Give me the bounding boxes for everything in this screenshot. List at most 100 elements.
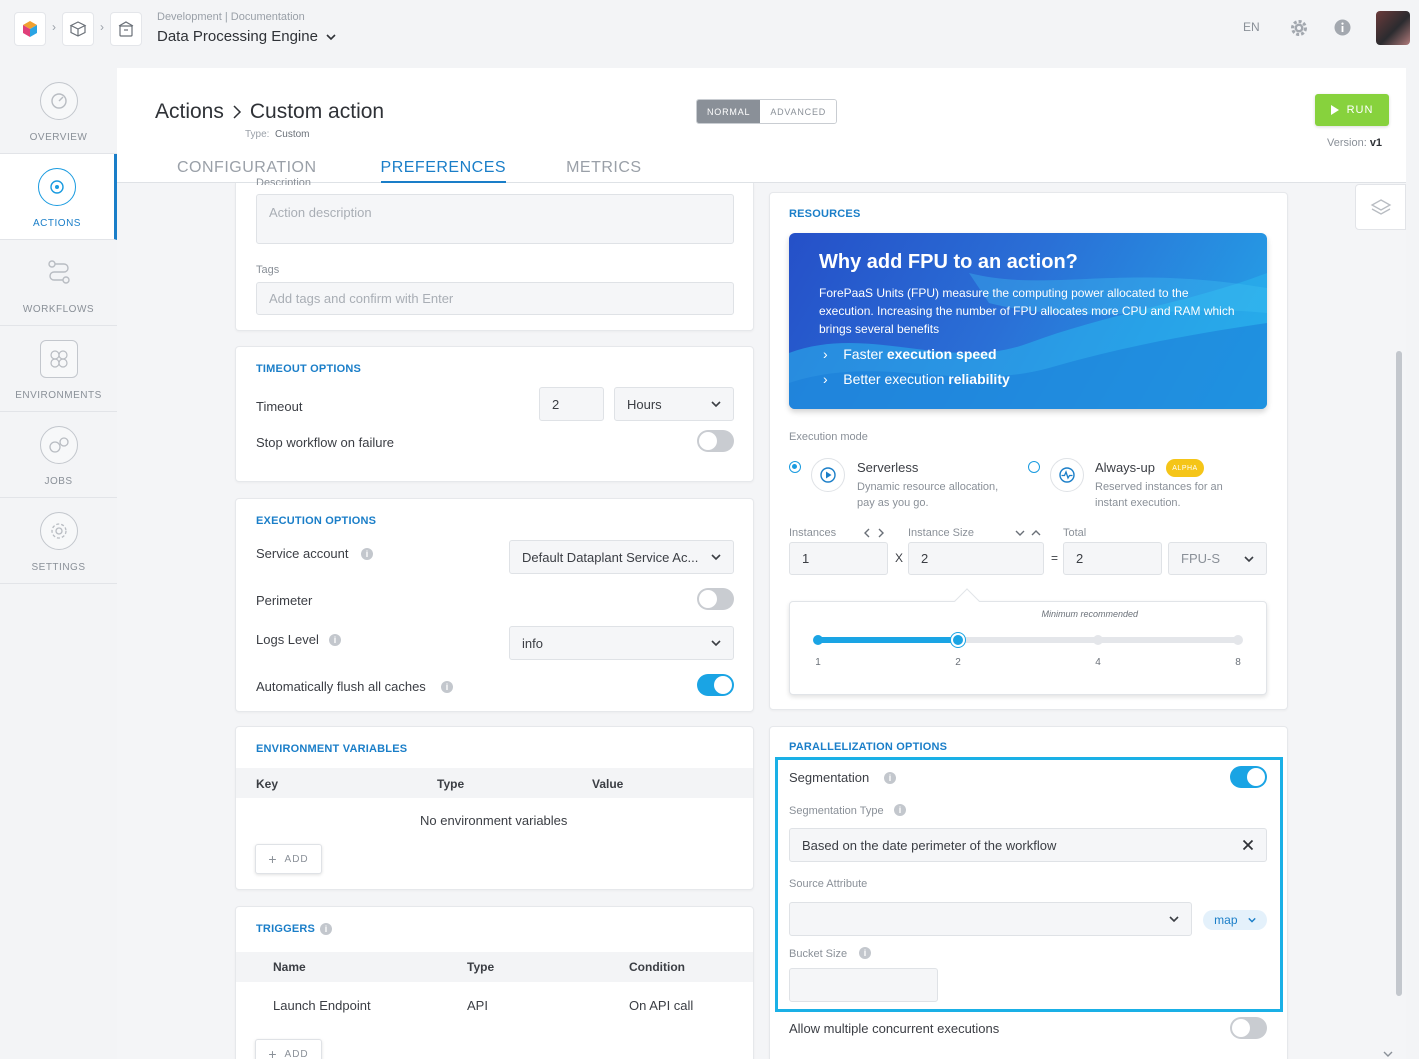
info-icon[interactable]: i [894, 804, 906, 816]
column-header: Key [256, 777, 279, 791]
info-icon[interactable]: i [884, 772, 896, 784]
fpu-unit-select[interactable]: FPU-S [1168, 542, 1267, 575]
nav-item-environments[interactable]: ENVIRONMENTS [0, 326, 117, 412]
scrollbar-thumb[interactable] [1396, 351, 1402, 996]
slider-stop[interactable] [1093, 635, 1103, 645]
logs-level-select[interactable]: info [509, 626, 734, 660]
timeout-label: Timeout [256, 399, 303, 414]
bucket-size-input[interactable] [789, 968, 938, 1002]
close-icon[interactable] [1242, 839, 1254, 851]
perimeter-label: Perimeter [256, 593, 313, 608]
collapse-arrows-icon[interactable] [864, 528, 884, 538]
logs-level-label: Logs Level [256, 632, 319, 647]
tab-metrics[interactable]: METRICS [566, 159, 642, 183]
info-icon[interactable]: i [320, 923, 332, 935]
info-icon[interactable]: i [361, 548, 373, 560]
project-cube-icon[interactable] [62, 12, 94, 46]
card-title: ENVIRONMENT VARIABLES [256, 743, 408, 755]
add-env-var-button[interactable]: + ADD [255, 844, 322, 874]
app-title: Data Processing Engine [157, 28, 318, 45]
timeout-value-input[interactable]: 2 [539, 387, 604, 421]
serverless-radio[interactable] [789, 461, 801, 473]
workflow-icon [40, 254, 78, 292]
banner-bullet: › Faster execution speed [823, 346, 997, 362]
layers-panel-toggle[interactable] [1355, 184, 1406, 230]
instances-input[interactable]: 1 [789, 542, 888, 575]
serverless-icon [811, 458, 845, 492]
chevron-down-icon [1248, 917, 1256, 923]
run-button[interactable]: RUN [1315, 94, 1389, 126]
always-up-icon [1050, 458, 1084, 492]
nav-item-jobs[interactable]: JOBS [0, 412, 117, 498]
dpe-box-icon[interactable] [110, 12, 142, 46]
concurrent-executions-toggle[interactable] [1230, 1017, 1267, 1039]
map-type-select[interactable]: map [1203, 910, 1267, 930]
nav-item-workflows[interactable]: WORKFLOWS [0, 240, 117, 326]
banner-text: ForePaaS Units (FPU) measure the computi… [819, 286, 1235, 336]
nav-label: ACTIONS [33, 218, 81, 229]
nav-label: SETTINGS [31, 562, 86, 573]
info-icon[interactable]: i [859, 947, 871, 959]
top-bar: › › Development | Documentation Data Pro… [0, 0, 1419, 60]
mode-advanced-button[interactable]: ADVANCED [760, 100, 837, 123]
mode-switch[interactable]: NORMAL ADVANCED [696, 99, 838, 124]
dashboard-gauge-icon [39, 82, 78, 120]
description-input[interactable]: Action description [256, 194, 734, 244]
title-parent-link[interactable]: Actions [155, 100, 224, 124]
timeout-unit-value: Hours [627, 396, 662, 412]
card-title: EXECUTION OPTIONS [256, 515, 377, 527]
slider-stop[interactable] [1233, 635, 1243, 645]
nav-label: WORKFLOWS [22, 304, 95, 315]
gear-icon[interactable] [1289, 18, 1309, 38]
nav-item-actions[interactable]: ACTIONS [0, 154, 117, 240]
tags-input[interactable]: Add tags and confirm with Enter [256, 282, 734, 315]
service-account-select[interactable]: Default Dataplant Service Ac... [509, 540, 734, 574]
add-trigger-button[interactable]: + ADD [255, 1039, 322, 1059]
segmentation-type-select[interactable]: Based on the date perimeter of the workf… [789, 828, 1267, 862]
info-icon[interactable] [1334, 19, 1351, 36]
nav-label: OVERVIEW [29, 132, 88, 143]
stop-on-failure-label: Stop workflow on failure [256, 435, 395, 450]
slider-stop[interactable] [813, 635, 823, 645]
language-selector[interactable]: EN [1243, 20, 1260, 34]
expand-arrows-icon[interactable] [1014, 528, 1042, 538]
type-line: Type: Custom [245, 129, 310, 140]
timeout-unit-select[interactable]: Hours [614, 387, 734, 421]
mode-normal-button[interactable]: NORMAL [697, 100, 761, 123]
general-card: Description Action description Tags Add … [235, 177, 754, 331]
app-title-dropdown[interactable]: Data Processing Engine [157, 28, 336, 45]
plus-icon: + [268, 1046, 278, 1059]
layers-icon [1370, 199, 1391, 215]
perimeter-toggle[interactable] [697, 588, 734, 610]
tab-preferences[interactable]: PREFERENCES [380, 159, 507, 183]
flush-caches-label: Automatically flush all caches [256, 679, 426, 694]
avatar[interactable] [1376, 11, 1410, 45]
tabs: CONFIGURATION PREFERENCES METRICS [177, 159, 642, 183]
banner-title: Why add FPU to an action? [819, 251, 1078, 273]
source-attribute-select[interactable] [789, 902, 1192, 936]
execution-card: EXECUTION OPTIONS Service account i Defa… [235, 498, 754, 712]
slider-handle[interactable] [951, 633, 965, 647]
page-header: Actions Custom action Type: Custom NORMA… [117, 68, 1406, 183]
chevron-right-icon: › [823, 346, 828, 362]
plus-icon: + [268, 851, 278, 867]
nav-item-settings[interactable]: SETTINGS [0, 498, 117, 584]
map-type-value: map [1214, 913, 1238, 927]
slider-tick-label: 1 [815, 657, 821, 668]
chevron-right-icon: › [823, 371, 828, 387]
trigger-condition: On API call [629, 998, 694, 1013]
flush-caches-toggle[interactable] [697, 674, 734, 696]
scroll-down-icon[interactable] [1383, 1051, 1393, 1059]
instance-size-input[interactable]: 2 [908, 542, 1044, 575]
always-up-radio[interactable] [1028, 461, 1040, 473]
segmentation-toggle[interactable] [1230, 766, 1267, 788]
info-icon[interactable]: i [441, 681, 453, 693]
instances-label: Instances [789, 527, 837, 539]
info-icon[interactable]: i [329, 634, 341, 646]
service-account-value: Default Dataplant Service Ac... [522, 549, 699, 565]
table-header [236, 768, 753, 798]
chevron-right-icon: › [100, 20, 104, 34]
app-logo-icon[interactable] [14, 12, 46, 46]
stop-on-failure-toggle[interactable] [697, 430, 734, 452]
nav-item-overview[interactable]: OVERVIEW [0, 68, 117, 154]
